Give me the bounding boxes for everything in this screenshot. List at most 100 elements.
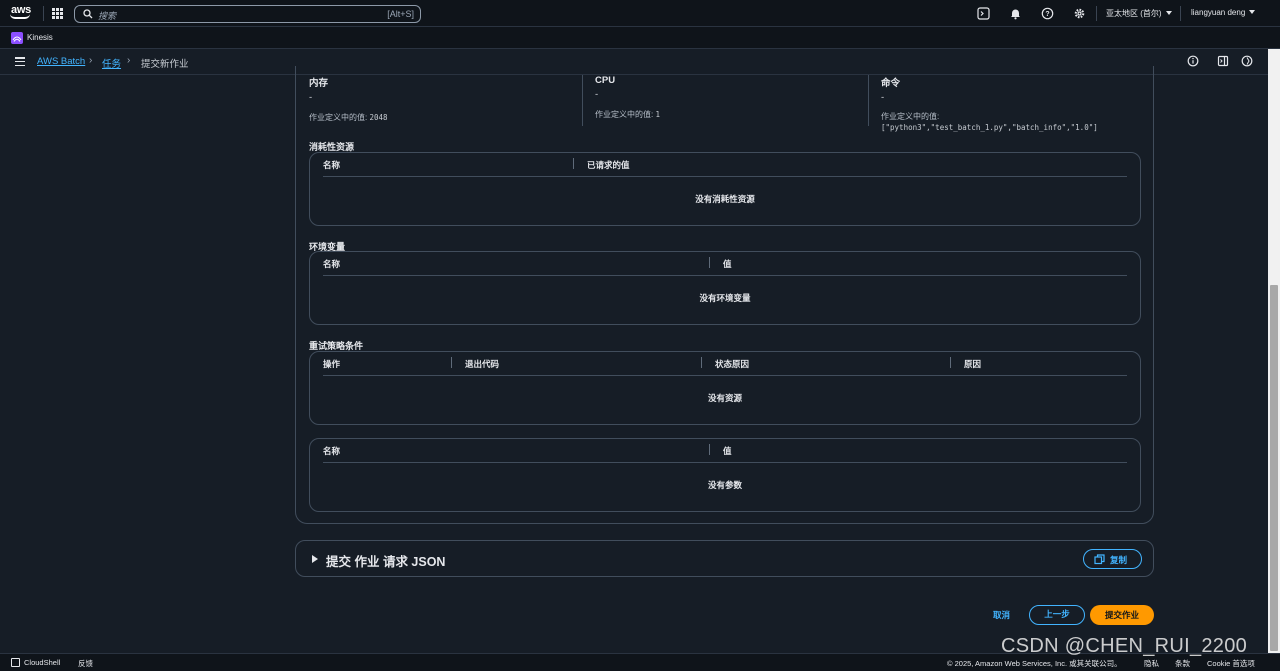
empty-message: 没有参数 bbox=[707, 480, 742, 490]
divider bbox=[1096, 6, 1097, 21]
command-metric: 命令 - 作业定义中的值: ["python3","test_batch_1.p… bbox=[881, 75, 1098, 132]
header-divider bbox=[323, 462, 1127, 463]
header-divider bbox=[323, 275, 1127, 276]
submit-job-button[interactable]: 提交作业 bbox=[1090, 605, 1154, 625]
search-icon bbox=[83, 9, 93, 19]
memory-default-label: 作业定义中的值: bbox=[309, 113, 368, 122]
header-divider bbox=[323, 176, 1127, 177]
divider bbox=[582, 75, 583, 126]
column-header[interactable]: 操作 bbox=[323, 358, 340, 370]
memory-value: - bbox=[309, 92, 313, 103]
cpu-value: - bbox=[595, 89, 599, 100]
breadcrumb-jobs[interactable]: 任务 bbox=[102, 56, 121, 70]
divider bbox=[868, 75, 869, 126]
help-icon[interactable]: ? bbox=[1041, 7, 1054, 20]
column-header[interactable]: 状态原因 bbox=[715, 358, 749, 370]
memory-default: 作业定义中的值: 2048 bbox=[309, 112, 388, 123]
consumables-table: 名称 已请求的值 没有消耗性资源 bbox=[309, 152, 1141, 226]
service-shortcut-kinesis[interactable]: Kinesis bbox=[27, 33, 53, 42]
command-value: - bbox=[881, 92, 885, 103]
caret-right-icon[interactable] bbox=[312, 555, 318, 563]
empty-message: 没有资源 bbox=[707, 393, 742, 403]
aws-logo[interactable]: aws bbox=[10, 5, 32, 22]
cloudshell-icon[interactable] bbox=[977, 7, 990, 20]
env-vars-table: 名称 值 没有环境变量 bbox=[309, 251, 1141, 325]
column-header[interactable]: 值 bbox=[723, 258, 732, 270]
favorites-bar: Kinesis bbox=[0, 27, 1280, 49]
parameters-table: 名称 值 没有参数 bbox=[309, 438, 1141, 512]
privacy-link[interactable]: 隐私 bbox=[1144, 658, 1159, 669]
column-divider[interactable] bbox=[701, 357, 702, 368]
memory-metric: 内存 - 作业定义中的值: 2048 bbox=[309, 75, 388, 123]
breadcrumb-aws-batch[interactable]: AWS Batch bbox=[37, 56, 85, 67]
command-default-label: 作业定义中的值: bbox=[881, 112, 940, 121]
search-input[interactable]: 搜索 [Alt+S] bbox=[74, 5, 421, 23]
kinesis-icon bbox=[11, 32, 23, 44]
svg-text:?: ? bbox=[1045, 11, 1049, 18]
terms-link[interactable]: 条款 bbox=[1175, 658, 1190, 669]
column-divider[interactable] bbox=[451, 357, 452, 368]
services-grid-icon[interactable] bbox=[52, 8, 63, 19]
cancel-button[interactable]: 取消 bbox=[993, 609, 1010, 621]
search-shortcut: [Alt+S] bbox=[387, 9, 414, 19]
cpu-default-label: 作业定义中的值: bbox=[595, 110, 654, 119]
feedback-icon[interactable] bbox=[1241, 55, 1253, 67]
notifications-bell-icon[interactable] bbox=[1009, 7, 1022, 20]
cpu-title: CPU bbox=[595, 75, 616, 86]
settings-gear-icon[interactable] bbox=[1073, 7, 1086, 20]
copy-label: 复制 bbox=[1110, 555, 1128, 565]
memory-title: 内存 bbox=[309, 78, 329, 89]
column-header[interactable]: 退出代码 bbox=[465, 358, 499, 370]
panel-toggle-icon[interactable] bbox=[1217, 55, 1229, 67]
request-json-expander[interactable]: 提交 作业 请求 JSON 复制 bbox=[295, 540, 1154, 577]
previous-button[interactable]: 上一步 bbox=[1029, 605, 1085, 625]
column-divider[interactable] bbox=[709, 257, 710, 268]
feedback-link[interactable]: 反馈 bbox=[78, 658, 93, 669]
command-default-value: ["python3","test_batch_1.py","batch_info… bbox=[881, 123, 1098, 132]
header-divider bbox=[323, 375, 1127, 376]
column-header[interactable]: 名称 bbox=[323, 258, 340, 270]
watermark-text: CSDN @CHEN_RUI_2200 bbox=[1001, 635, 1248, 657]
column-divider[interactable] bbox=[573, 158, 574, 169]
empty-message: 没有消耗性资源 bbox=[695, 194, 755, 204]
empty-message: 没有环境变量 bbox=[699, 293, 751, 303]
caret-down-icon bbox=[1165, 11, 1172, 15]
menu-hamburger-icon[interactable] bbox=[15, 57, 25, 66]
user-menu[interactable]: liangyuan deng bbox=[1191, 8, 1256, 17]
copy-button[interactable]: 复制 bbox=[1083, 549, 1142, 569]
region-label: 亚太地区 (首尔) bbox=[1106, 9, 1162, 18]
scrollbar-thumb[interactable] bbox=[1270, 285, 1278, 651]
divider bbox=[43, 6, 44, 21]
top-navigation: aws 搜索 [Alt+S] ? 亚太地区 (首尔) liangyuan den… bbox=[0, 0, 1280, 27]
cloudshell-icon[interactable] bbox=[11, 658, 20, 667]
info-icon[interactable] bbox=[1187, 55, 1199, 67]
cpu-metric: CPU - 作业定义中的值: 1 bbox=[595, 75, 660, 120]
cpu-default: 作业定义中的值: 1 bbox=[595, 109, 660, 120]
column-divider[interactable] bbox=[950, 357, 951, 368]
memory-default-value: 2048 bbox=[369, 113, 388, 122]
aws-logo-text: aws bbox=[11, 4, 31, 16]
copyright-text: © 2025, Amazon Web Services, Inc. 或其关联公司… bbox=[947, 659, 1122, 668]
column-header[interactable]: 名称 bbox=[323, 159, 340, 171]
cpu-default-value: 1 bbox=[655, 110, 660, 119]
request-json-title[interactable]: 提交 作业 请求 JSON bbox=[326, 551, 445, 570]
divider bbox=[1180, 6, 1181, 21]
search-placeholder: 搜索 bbox=[98, 11, 117, 21]
command-title: 命令 bbox=[881, 78, 901, 89]
chevron-right-icon: › bbox=[89, 55, 93, 66]
copy-icon bbox=[1094, 554, 1105, 565]
cloudshell-link[interactable]: CloudShell bbox=[24, 658, 60, 667]
breadcrumb-current: 提交新作业 bbox=[141, 59, 189, 70]
column-header[interactable]: 值 bbox=[723, 445, 732, 457]
column-header[interactable]: 名称 bbox=[323, 445, 340, 457]
region-selector[interactable]: 亚太地区 (首尔) bbox=[1106, 8, 1172, 19]
user-name: liangyuan deng bbox=[1191, 8, 1246, 17]
chevron-right-icon: › bbox=[127, 55, 131, 66]
column-header[interactable]: 已请求的值 bbox=[587, 159, 630, 171]
caret-down-icon bbox=[1249, 10, 1256, 14]
column-divider[interactable] bbox=[709, 444, 710, 455]
page-scrollbar[interactable] bbox=[1268, 49, 1280, 653]
retry-conditions-table: 操作 退出代码 状态原因 原因 没有资源 bbox=[309, 351, 1141, 425]
column-header[interactable]: 原因 bbox=[964, 358, 981, 370]
cookie-preferences-link[interactable]: Cookie 首选项 bbox=[1207, 658, 1255, 669]
